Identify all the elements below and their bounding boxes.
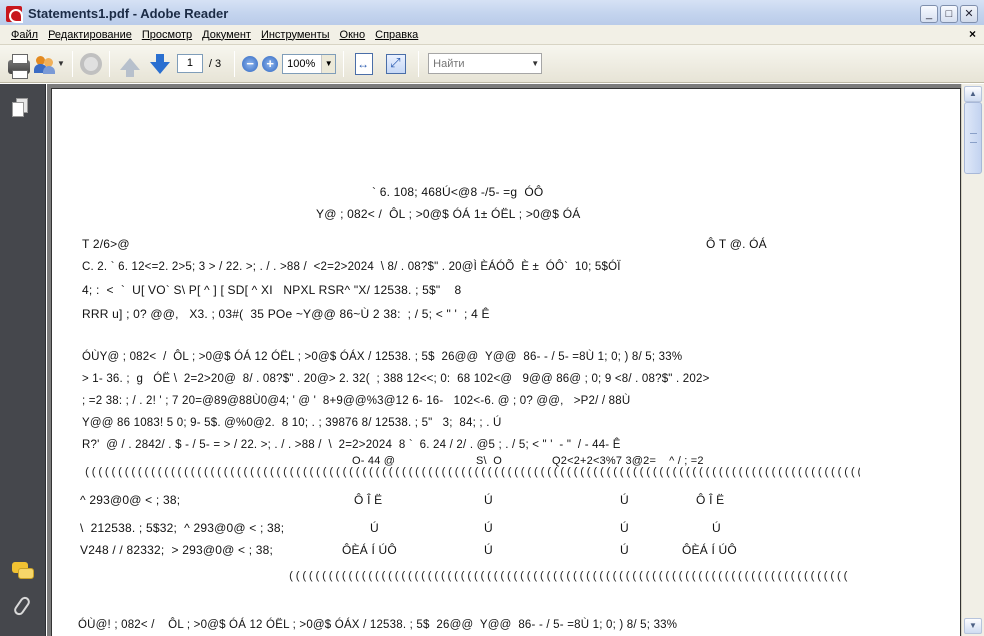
chevron-down-icon[interactable]: ▼ [57, 59, 65, 68]
title-bar: Statements1.pdf - Adobe Reader _ □ ✕ [0, 0, 984, 28]
doc-line: ` 6. 108; 468Ú<@8 -/5- =g ÓÔ [372, 185, 544, 199]
doc-line: ÔÈÁ Í ÚÔ [342, 543, 397, 557]
find-box[interactable]: ▼ [428, 53, 543, 74]
next-page-button[interactable] [147, 50, 173, 78]
document-area[interactable]: ` 6. 108; 468Ú<@8 -/5- =g ÓÔ Y@ ; 082< /… [47, 84, 961, 636]
doc-line: T 2/6>@ [82, 237, 130, 251]
doc-line: Ô T @. ÓÁ [706, 237, 767, 251]
doc-line: \ 212538. ; 5$32; ^ 293@0@ < ; 38; [80, 521, 285, 535]
menu-document[interactable]: Документ [197, 29, 256, 41]
doc-line: Ú [484, 543, 493, 557]
doc-line: RRR u] ; 0? @@, X3. ; 03#( 35 POe ~Y@@ 8… [82, 307, 490, 321]
toolbar-separator [108, 50, 110, 77]
arrow-down-icon [149, 53, 170, 74]
doc-line: Ú [484, 521, 493, 535]
document-close-button[interactable]: × [969, 27, 976, 41]
minimize-button[interactable]: _ [920, 5, 938, 23]
zoom-value: 100% [287, 57, 316, 70]
doc-line: Y@@ 86 1083! 5 0; 9- 5$. @%0@2. 8 10; . … [82, 417, 502, 429]
toolbar-separator [418, 50, 420, 77]
table-rule: ((((((((((((((((((((((((((((((((((((((((… [84, 467, 860, 479]
menu-tools[interactable]: Инструменты [256, 29, 335, 41]
toolbar-separator [343, 50, 345, 77]
menu-help[interactable]: Справка [370, 29, 423, 41]
adobe-reader-icon [6, 5, 23, 23]
page-total: / 3 [208, 57, 222, 70]
doc-line: ÔÈÁ Í ÚÔ [682, 543, 737, 557]
fit-width-icon [355, 52, 374, 75]
paperclip-icon[interactable] [12, 594, 34, 618]
people-icon [34, 54, 56, 74]
doc-line: S\ O [476, 455, 503, 467]
doc-line: Y@ ; 082< / ÔL ; >0@$ ÓÁ 1± ÓËL ; >0@$ Ó… [316, 207, 581, 221]
menu-window[interactable]: Окно [335, 29, 371, 41]
print-button[interactable] [8, 50, 30, 79]
window-controls: _ □ ✕ [920, 5, 978, 23]
window-title: Statements1.pdf - Adobe Reader [28, 6, 229, 21]
arrow-up-icon [119, 57, 140, 77]
scroll-down-button[interactable]: ▼ [964, 618, 982, 634]
menu-edit[interactable]: Редактирование [43, 29, 137, 41]
zoom-select[interactable]: 100% ▼ [282, 50, 337, 78]
doc-line: Ú [484, 493, 493, 507]
doc-line: O- 44 @ [352, 455, 396, 467]
page-navigation: 1 / 3 [176, 50, 227, 78]
scroll-thumb[interactable] [964, 102, 982, 174]
toolbar-separator [234, 50, 236, 77]
doc-line: Ú [620, 493, 629, 507]
doc-line: Ú [370, 521, 379, 535]
close-button[interactable]: ✕ [960, 5, 978, 23]
printer-icon [8, 53, 30, 79]
doc-line: V248 / / 82332; > 293@0@ < ; 38; [80, 543, 274, 557]
fit-page-icon [386, 53, 407, 74]
gear-icon [79, 52, 102, 75]
page-number-input[interactable]: 1 [176, 54, 203, 73]
doc-line: C. 2. ` 6. 12<=2. 2>5; 3 > / 22. >; . / … [82, 261, 621, 273]
pdf-page: ` 6. 108; 468Ú<@8 -/5- =g ÓÔ Y@ ; 082< /… [51, 88, 961, 636]
pages-icon[interactable] [12, 98, 34, 120]
menu-bar: Файл Редактирование Просмотр Документ Ин… [0, 25, 984, 45]
zoom-out-icon: − [242, 55, 259, 72]
maximize-button[interactable]: □ [940, 5, 958, 23]
comments-icon[interactable] [12, 560, 34, 582]
doc-line: R?' @ / . 2842/ . $ - / 5- = > / 22. >; … [82, 439, 621, 451]
menu-view[interactable]: Просмотр [137, 29, 197, 41]
settings-button[interactable] [79, 50, 102, 78]
fit-width-button[interactable] [351, 50, 377, 78]
doc-line: ^ 293@0@ < ; 38; [80, 493, 181, 507]
navigation-pane [0, 84, 46, 636]
table-rule: ((((((((((((((((((((((((((((((((((((((((… [288, 571, 848, 583]
scroll-up-button[interactable]: ▲ [964, 86, 982, 102]
doc-line: Ô Î Ë [696, 493, 725, 507]
doc-line: Ú [712, 521, 721, 535]
doc-line: ; =2 38: ; / . 2! ' ; 7 20=@89@88Ù0@4; '… [82, 395, 631, 407]
menu-file[interactable]: Файл [6, 29, 43, 41]
chevron-down-icon[interactable]: ▼ [529, 54, 541, 73]
doc-line: > 1- 36. ; g ÓË \ 2=2>20@ 8/ . 08?$" . 2… [82, 373, 710, 385]
toolbar: ▼ 1 / 3 − + 100% ▼ ▼ [0, 45, 984, 83]
doc-line: ÓÙY@ ; 082< / ÔL ; >0@$ ÓÁ 12 ÓËL ; >0@$… [82, 351, 683, 363]
collaborate-button[interactable]: ▼ [34, 50, 65, 78]
doc-line: Q2<2+2<3%7 3@2= ^ / ; =2 [552, 455, 704, 467]
find-input[interactable] [429, 54, 530, 73]
doc-line: ÓÙ@! ; 082< / ÔL ; >0@$ ÓÁ 12 ÓËL ; >0@$… [78, 619, 678, 631]
zoom-in-icon: + [262, 55, 279, 72]
previous-page-button[interactable] [117, 50, 143, 78]
toolbar-separator [71, 50, 73, 77]
chevron-down-icon[interactable]: ▼ [321, 54, 336, 73]
doc-line: Ô Î Ë [354, 493, 383, 507]
doc-line: 4; : < ` U[ VO` S\ P[ ^ ] [ SD[ ^ XI NPX… [82, 283, 462, 297]
zoom-in-button[interactable]: + [262, 50, 279, 78]
fit-page-button[interactable] [381, 50, 411, 78]
vertical-scrollbar[interactable]: ▲ ▼ [961, 84, 984, 636]
doc-line: Ú [620, 543, 629, 557]
doc-line: Ú [620, 521, 629, 535]
zoom-out-button[interactable]: − [242, 50, 259, 78]
